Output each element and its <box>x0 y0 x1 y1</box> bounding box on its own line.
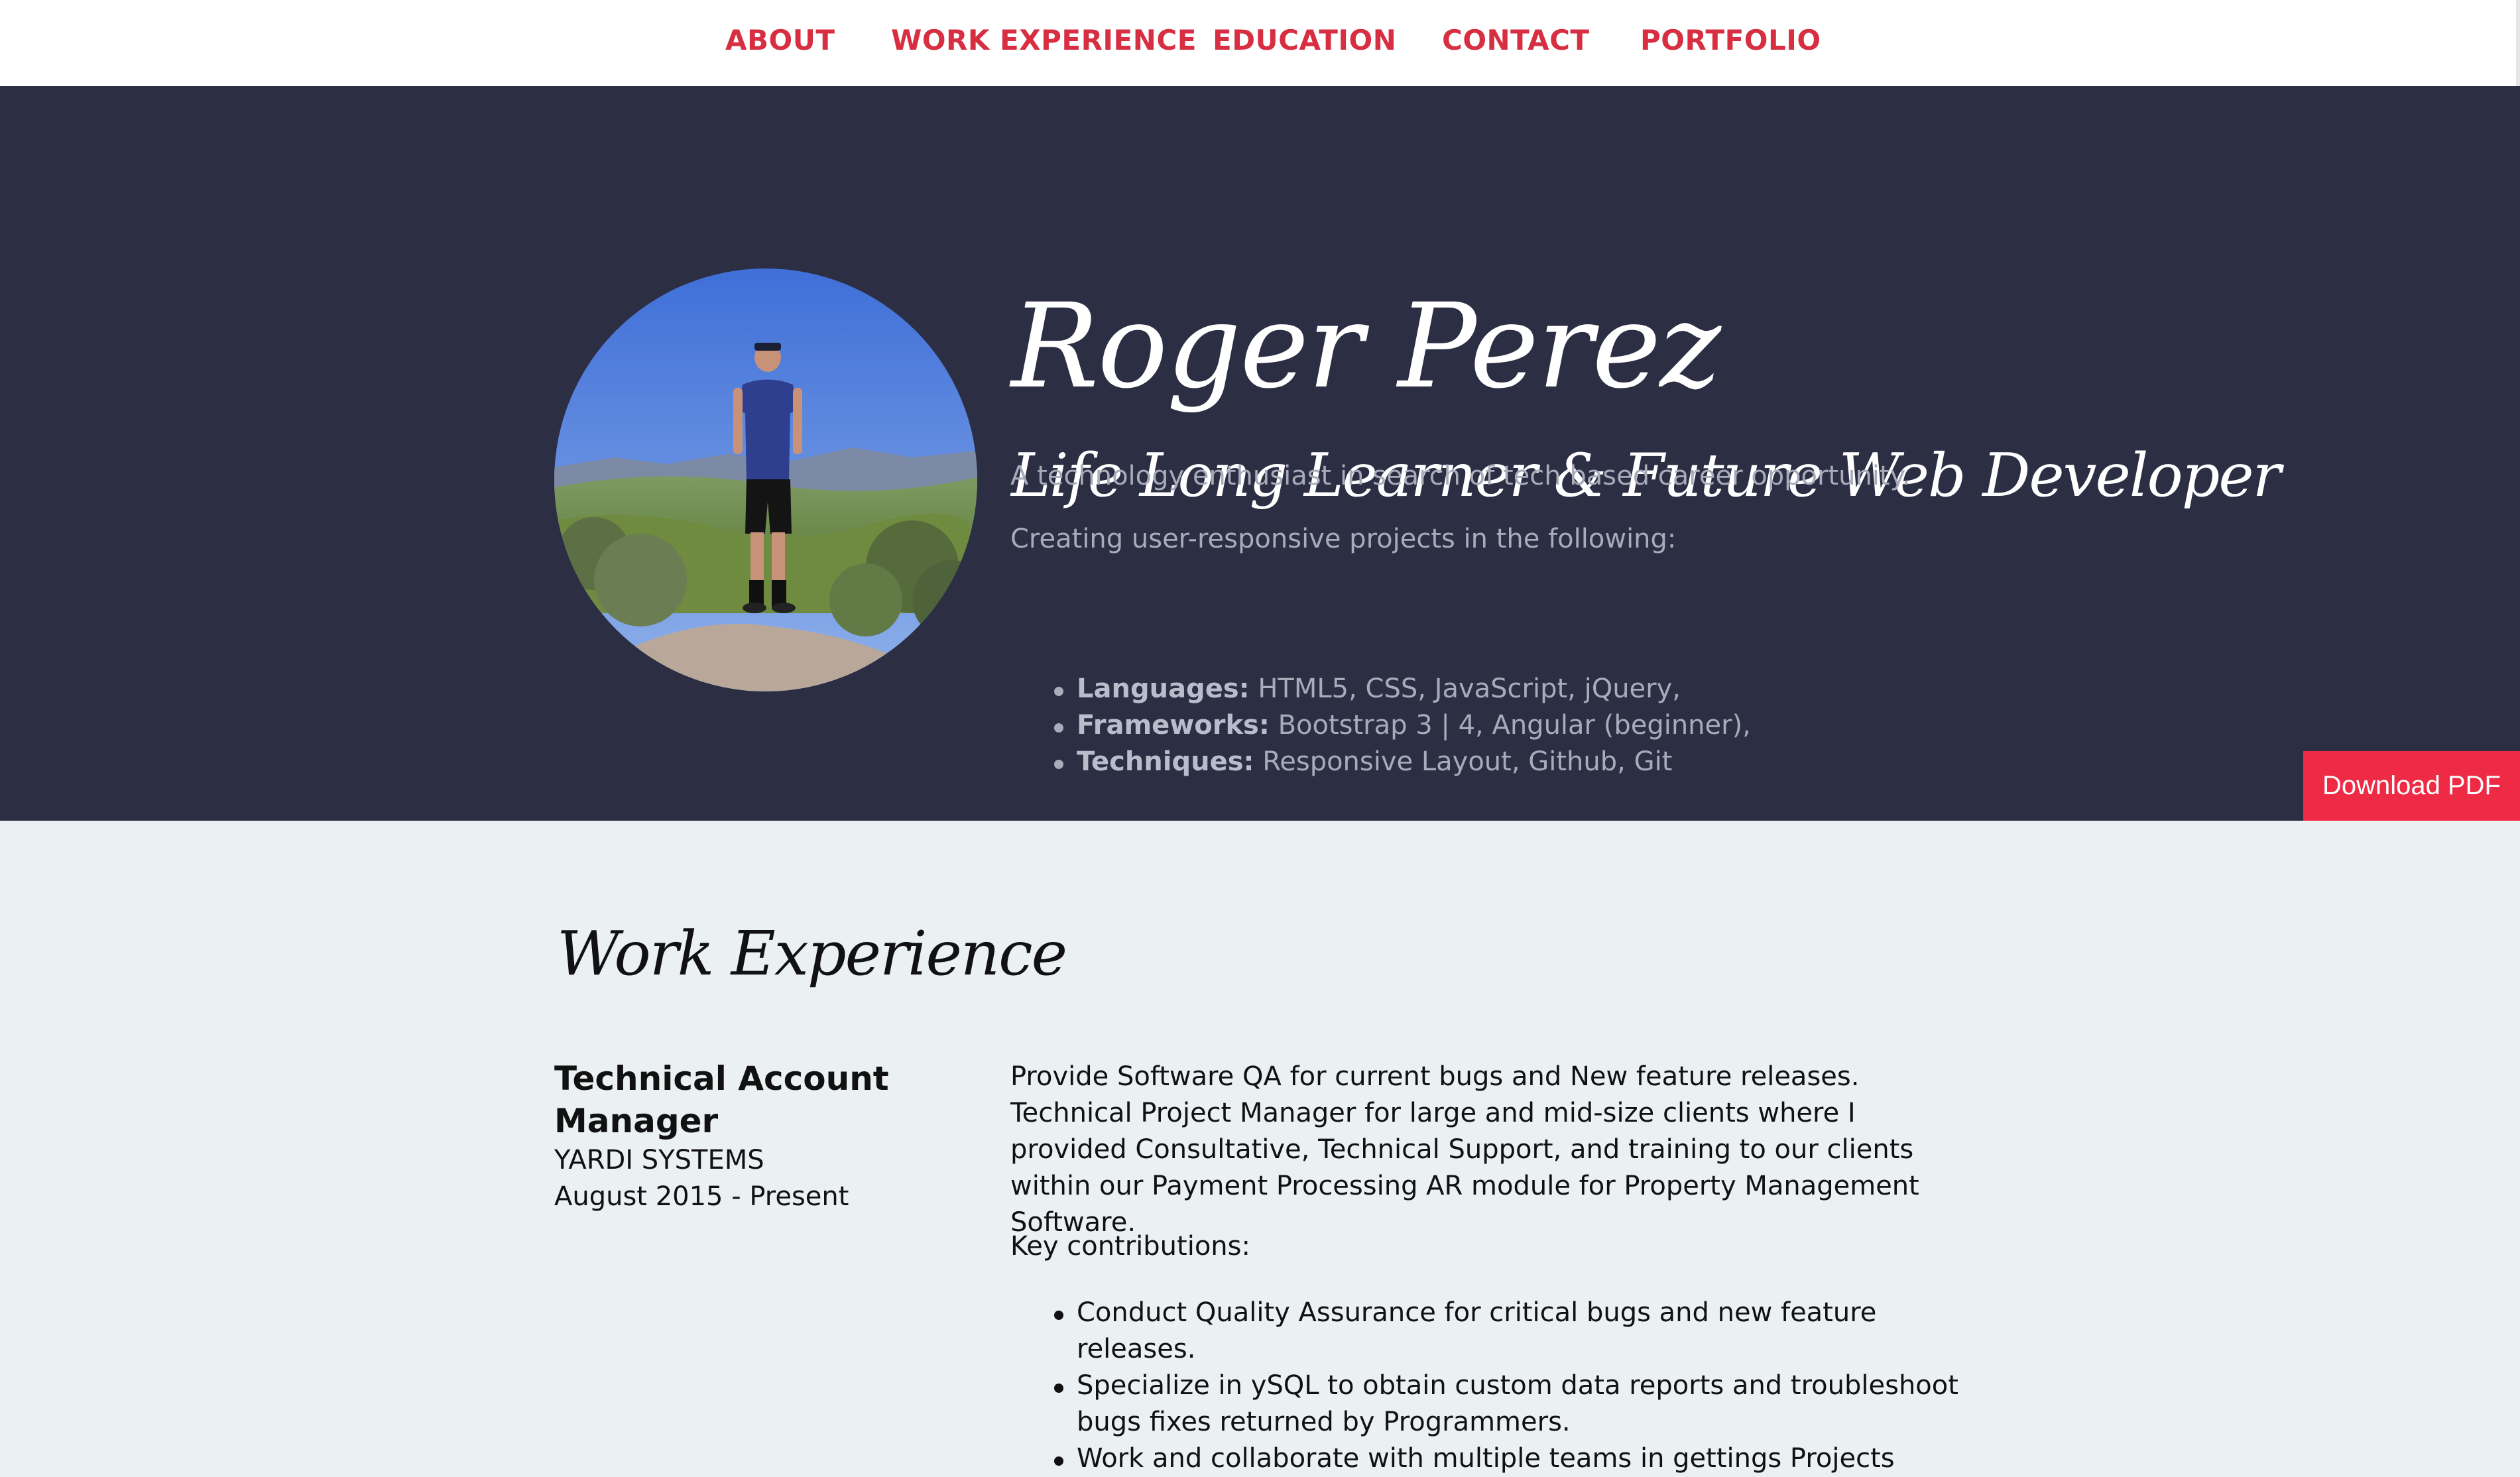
job-company: YARDI SYSTEMS <box>554 1145 764 1175</box>
nav-contact-link[interactable]: CONTACT <box>1442 24 1590 56</box>
key-contributions-label: Key contributions: <box>1010 1231 1250 1262</box>
job-description: Provide Software QA for current bugs and… <box>1010 1061 1919 1238</box>
nav-about-link[interactable]: ABOUT <box>725 24 835 56</box>
hero-creating-text: Creating user-responsive projects in the… <box>1010 524 1677 554</box>
profile-photo-image <box>554 268 977 691</box>
nav-portfolio-link[interactable]: PORTFOLIO <box>1640 24 1821 56</box>
skills-list: Languages: HTML5, CSS, JavaScript, jQuer… <box>1054 671 1751 780</box>
hero-section: Roger Perez Life Long Learner & Future W… <box>0 86 2520 821</box>
top-nav: ABOUT WORK EXPERIENCE EDUCATION CONTACT … <box>0 0 2520 86</box>
profile-photo <box>554 268 977 691</box>
nav-work-experience-link[interactable]: WORK EXPERIENCE <box>891 24 1197 56</box>
download-pdf-button[interactable]: Download PDF <box>2303 751 2520 821</box>
list-item: Specialize in ySQL to obtain custom data… <box>1054 1368 1996 1441</box>
nav-education-link[interactable]: EDUCATION <box>1213 24 1396 56</box>
skill-label: Frameworks: <box>1077 710 1270 740</box>
skill-label: Languages: <box>1077 674 1250 704</box>
hero-name: Roger Perez <box>1011 278 1721 414</box>
skill-value: Responsive Layout, Github, Git <box>1254 746 1673 777</box>
list-item: Techniques: Responsive Layout, Github, G… <box>1054 744 1751 780</box>
contributions-list: Conduct Quality Assurance for critical b… <box>1054 1295 1996 1477</box>
skill-value: HTML5, CSS, JavaScript, jQuery, <box>1249 674 1681 704</box>
section-title: Work Experience <box>557 918 1067 989</box>
job-title: Technical Account Manager <box>554 1059 889 1140</box>
list-item: Work and collaborate with multiple teams… <box>1054 1441 1996 1477</box>
list-item: Frameworks: Bootstrap 3 | 4, Angular (be… <box>1054 707 1751 744</box>
list-item: Languages: HTML5, CSS, JavaScript, jQuer… <box>1054 671 1751 707</box>
list-item: Conduct Quality Assurance for critical b… <box>1054 1295 1996 1368</box>
skill-value: Bootstrap 3 | 4, Angular (beginner), <box>1269 710 1751 740</box>
skill-label: Techniques: <box>1077 746 1254 777</box>
hero-intro: A technology enthusiast in search of tec… <box>1010 461 1911 491</box>
job-dates: August 2015 - Present <box>554 1181 849 1212</box>
